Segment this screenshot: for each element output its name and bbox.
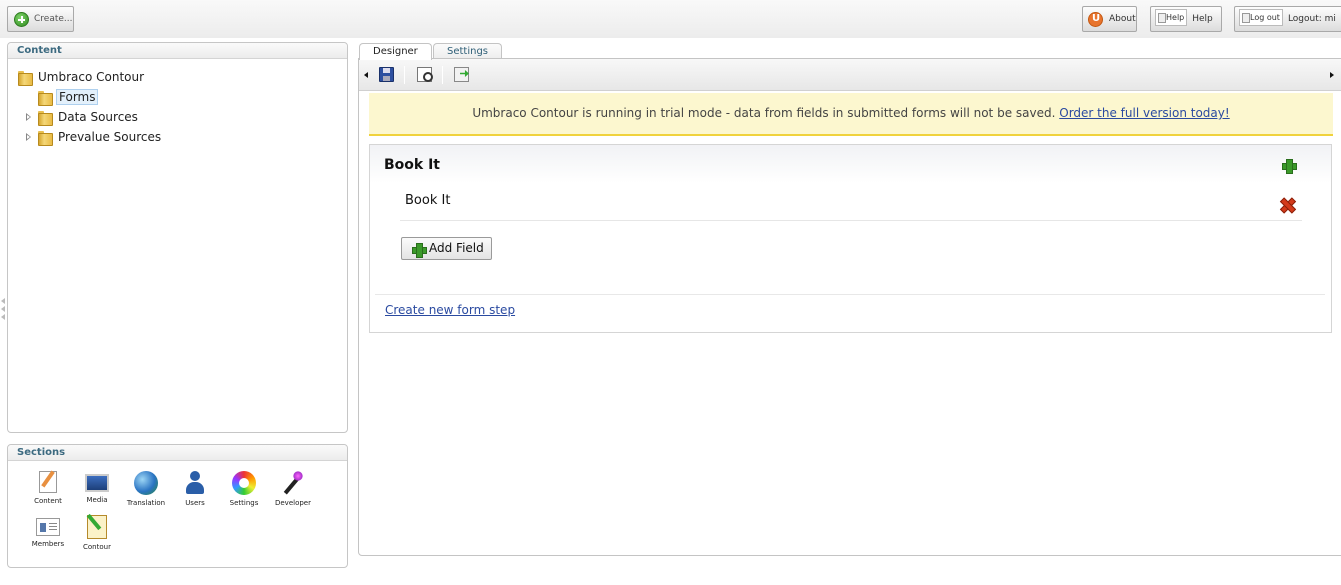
section-members[interactable]: Members [24,515,72,548]
sections-panel: Sections Content Media Translation Users… [7,444,348,568]
member-card-icon [36,518,60,536]
section-translation[interactable]: Translation [122,471,170,507]
content-panel-title: Content [8,43,347,59]
export-icon[interactable] [454,67,469,82]
panel-resize-grip[interactable] [1,298,6,328]
about-button[interactable]: About [1082,6,1137,32]
content-panel: Content Umbraco Contour Forms Data Sourc… [7,42,348,433]
preview-icon[interactable] [417,67,433,82]
contour-form-icon [87,515,107,539]
content-pencil-icon [39,471,57,493]
section-users[interactable]: Users [171,471,219,507]
content-tree: Umbraco Contour Forms Data Sources Preva… [18,67,161,147]
create-new-form-step-link[interactable]: Create new form step [385,303,515,317]
scroll-left-icon[interactable] [364,72,368,78]
divider [375,294,1325,295]
tree-node-root[interactable]: Umbraco Contour [18,67,161,87]
section-label: Users [185,499,205,507]
top-toolbar: Create... About Help Help Log out Logout… [0,0,1341,38]
user-icon [186,471,204,495]
umbraco-logo-icon [1088,11,1103,27]
tree-node-label[interactable]: Prevalue Sources [58,130,161,144]
trial-mode-notice: Umbraco Contour is running in trial mode… [369,93,1333,136]
section-contour[interactable]: Contour [73,515,121,551]
section-label: Settings [229,499,259,507]
folder-icon [18,70,33,86]
section-media[interactable]: Media [73,471,121,504]
tree-node-label[interactable]: Data Sources [58,110,138,124]
fieldset-title[interactable]: Book It [405,193,450,208]
add-icon [412,243,427,258]
folder-icon [38,110,53,126]
section-label: Translation [126,499,166,507]
help-button[interactable]: Help Help [1150,6,1222,32]
toolbar-separator [442,66,443,84]
sections-panel-title: Sections [8,445,347,461]
section-developer[interactable]: Developer [269,471,317,507]
media-picture-icon [85,474,109,492]
delete-fieldset-icon[interactable] [1280,198,1293,211]
section-label: Contour [83,543,111,551]
add-circle-icon [14,11,29,27]
save-icon[interactable] [379,67,394,82]
help-button-label: Help [1192,14,1213,24]
add-field-button[interactable]: Add Field [401,237,492,260]
trial-notice-text: Umbraco Contour is running in trial mode… [472,106,1056,120]
tab-settings[interactable]: Settings [433,43,502,59]
order-full-version-link[interactable]: Order the full version today! [1059,106,1229,120]
section-label: Content [34,497,62,505]
section-label: Media [86,496,108,504]
color-wheel-icon [232,471,256,495]
folder-icon [38,90,53,106]
form-page-title[interactable]: Book It [384,157,440,173]
section-content[interactable]: Content [24,471,72,505]
section-settings[interactable]: Settings [220,471,268,507]
add-fieldset-icon[interactable] [1282,159,1297,174]
tree-node-forms[interactable]: Forms [18,87,161,107]
help-broken-image-icon: Help [1155,8,1188,26]
scroll-right-icon[interactable] [1330,72,1334,78]
logout-broken-image-icon: Log out [1239,8,1283,26]
toolbar-separator [404,66,405,84]
magic-wand-icon [281,471,305,495]
folder-icon [38,130,53,146]
form-page-header: Book It [370,145,1331,183]
add-field-label: Add Field [429,241,484,255]
form-page: Book It Book It Add Field Create new for… [369,144,1332,333]
tree-node-label[interactable]: Forms [56,89,99,105]
tree-node-label[interactable]: Umbraco Contour [38,70,144,84]
globe-icon [134,471,158,495]
tree-node-data-sources[interactable]: Data Sources [18,107,161,127]
about-button-label: About [1109,14,1136,24]
logout-button[interactable]: Log out Logout: mi [1234,6,1341,32]
expand-arrow-icon[interactable] [26,113,31,121]
create-button-label: Create... [34,14,73,24]
section-label: Developer [274,499,311,507]
expand-arrow-icon[interactable] [26,133,31,141]
tree-node-prevalue-sources[interactable]: Prevalue Sources [18,127,161,147]
tab-designer[interactable]: Designer [359,43,432,60]
editor-toolbar [359,59,1341,91]
fieldset: Book It [400,183,1302,221]
form-designer: Umbraco Contour is running in trial mode… [358,58,1341,556]
section-label: Members [31,540,65,548]
create-button[interactable]: Create... [7,6,74,32]
logout-button-label: Logout: mi [1287,14,1336,24]
